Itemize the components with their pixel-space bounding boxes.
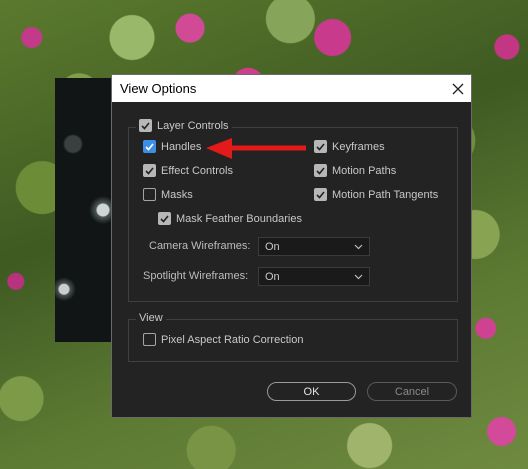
handles-checkbox[interactable]: Handles [143, 140, 201, 153]
mask-feather-label: Mask Feather Boundaries [176, 212, 302, 225]
checkmark-icon [141, 121, 150, 130]
checkmark-icon [316, 142, 325, 151]
checkmark-icon [160, 214, 169, 223]
handles-label: Handles [161, 140, 202, 153]
effect-controls-box[interactable] [143, 164, 156, 177]
view-legend: View [136, 312, 166, 324]
spotlight-wireframes-label: Spotlight Wireframes: [143, 270, 249, 282]
motion-path-tangents-label: Motion Path Tangents [332, 188, 439, 201]
masks-checkbox[interactable]: Masks [143, 188, 193, 201]
camera-wireframes-value: On [265, 240, 280, 253]
cancel-button[interactable]: Cancel [367, 382, 457, 401]
ok-button[interactable]: OK [267, 382, 356, 401]
chevron-down-icon [354, 274, 363, 280]
motion-paths-box[interactable] [314, 164, 327, 177]
view-options-dialog: View Options Layer Controls Handles Effe… [111, 74, 472, 418]
spotlight-wireframes-value: On [265, 270, 280, 283]
motion-paths-checkbox[interactable]: Motion Paths [314, 164, 396, 177]
checkmark-icon [316, 166, 325, 175]
pixel-aspect-checkbox[interactable]: Pixel Aspect Ratio Correction [143, 333, 303, 346]
pixel-aspect-box[interactable] [143, 333, 156, 346]
layer-controls-box[interactable] [139, 119, 152, 132]
close-icon [452, 83, 463, 94]
effect-controls-checkbox[interactable]: Effect Controls [143, 164, 233, 177]
dialog-title: View Options [120, 81, 197, 96]
close-button[interactable] [444, 75, 471, 102]
motion-path-tangents-box[interactable] [314, 188, 327, 201]
checkmark-icon [145, 142, 154, 151]
motion-paths-label: Motion Paths [332, 164, 397, 177]
dialog-titlebar: View Options [112, 75, 471, 102]
masks-box[interactable] [143, 188, 156, 201]
keyframes-checkbox[interactable]: Keyframes [314, 140, 385, 153]
keyframes-label: Keyframes [332, 140, 385, 153]
checkmark-icon [145, 166, 154, 175]
effect-controls-label: Effect Controls [161, 164, 233, 177]
layer-controls-label: Layer Controls [157, 119, 229, 132]
pixel-aspect-label: Pixel Aspect Ratio Correction [161, 333, 304, 346]
mask-feather-box[interactable] [158, 212, 171, 225]
mask-feather-checkbox[interactable]: Mask Feather Boundaries [158, 212, 302, 225]
masks-label: Masks [161, 188, 193, 201]
layer-controls-checkbox[interactable]: Layer Controls [136, 119, 232, 132]
keyframes-box[interactable] [314, 140, 327, 153]
handles-box[interactable] [143, 140, 156, 153]
checkmark-icon [316, 190, 325, 199]
motion-path-tangents-checkbox[interactable]: Motion Path Tangents [314, 188, 438, 201]
composition-preview [55, 78, 115, 342]
red-arrow-annotation [206, 138, 306, 159]
camera-wireframes-select[interactable]: On [258, 237, 370, 256]
camera-wireframes-label: Camera Wireframes: [149, 240, 251, 252]
spotlight-wireframes-select[interactable]: On [258, 267, 370, 286]
chevron-down-icon [354, 244, 363, 250]
